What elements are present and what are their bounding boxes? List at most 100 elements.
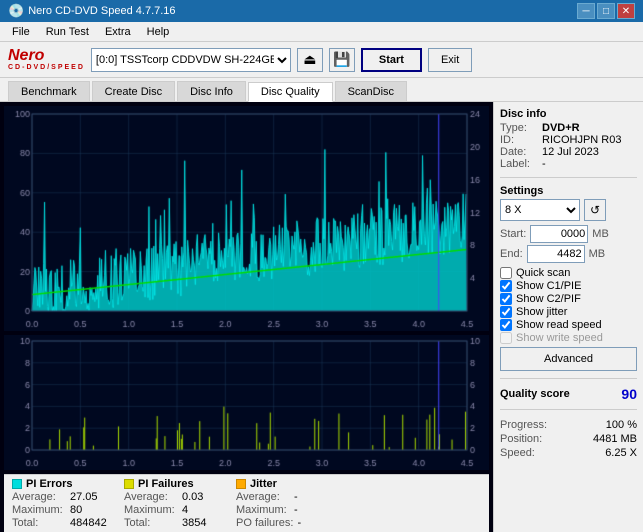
speed-value: 6.25 X — [605, 447, 637, 459]
progress-value: 100 % — [606, 419, 637, 431]
quick-scan-label: Quick scan — [516, 267, 570, 279]
position-label: Position: — [500, 433, 542, 445]
pi-failures-group: PI Failures Average: 0.03 Maximum: 4 Tot… — [124, 478, 224, 529]
speed-select[interactable]: 8 X Max 4 X 12 X 16 X — [500, 199, 580, 221]
exit-button[interactable]: Exit — [428, 48, 472, 72]
quality-section: Quality score 90 — [500, 386, 637, 402]
disc-label-label: Label: — [500, 158, 538, 170]
divider-2 — [500, 378, 637, 379]
pi-errors-total-val: 484842 — [70, 517, 107, 529]
pi-errors-max-label: Maximum: — [12, 504, 66, 516]
pi-failures-avg-val: 0.03 — [182, 491, 203, 503]
right-panel: Disc info Type: DVD+R ID: RICOHJPN R03 D… — [493, 102, 643, 532]
disc-info-section: Disc info Type: DVD+R ID: RICOHJPN R03 D… — [500, 108, 637, 170]
show-c1pie-label: Show C1/PIE — [516, 280, 581, 292]
stats-bar: PI Errors Average: 27.05 Maximum: 80 Tot… — [4, 474, 489, 532]
main-content: PI Errors Average: 27.05 Maximum: 80 Tot… — [0, 102, 643, 532]
start-unit: MB — [592, 228, 609, 240]
tab-create-disc[interactable]: Create Disc — [92, 81, 175, 101]
quick-scan-checkbox[interactable] — [500, 267, 512, 279]
menu-help[interactable]: Help — [139, 24, 178, 40]
pi-failures-dot — [124, 479, 134, 489]
pi-failures-total-label: Total: — [124, 517, 178, 529]
menu-bar: File Run Test Extra Help — [0, 22, 643, 42]
nero-brand: Nero — [8, 48, 44, 64]
show-write-speed-label: Show write speed — [516, 332, 603, 344]
nero-sub: CD-DVD/SPEED — [8, 64, 85, 71]
pi-failures-label: PI Failures — [138, 478, 194, 490]
pi-failures-max-val: 4 — [182, 504, 188, 516]
minimize-button[interactable]: ─ — [577, 3, 595, 19]
title-bar-buttons: ─ □ ✕ — [577, 3, 635, 19]
menu-run-test[interactable]: Run Test — [38, 24, 97, 40]
jitter-label: Jitter — [250, 478, 277, 490]
tab-benchmark[interactable]: Benchmark — [8, 81, 90, 101]
show-jitter-label: Show jitter — [516, 306, 567, 318]
settings-section: Settings 8 X Max 4 X 12 X 16 X ↺ Start: … — [500, 185, 637, 371]
title-bar-left: 💿 Nero CD-DVD Speed 4.7.7.16 — [8, 3, 176, 19]
end-mb-input[interactable] — [527, 245, 585, 263]
disc-type-label: Type: — [500, 122, 538, 134]
end-mb-label: End: — [500, 248, 523, 260]
show-c2pif-checkbox[interactable] — [500, 293, 512, 305]
refresh-button[interactable]: ↺ — [584, 199, 606, 221]
disc-date-label: Date: — [500, 146, 538, 158]
show-read-speed-label: Show read speed — [516, 319, 602, 331]
drive-select[interactable]: [0:0] TSSTcorp CDDVDW SH-224GB SB00 — [91, 48, 291, 72]
toolbar: Nero CD-DVD/SPEED [0:0] TSSTcorp CDDVDW … — [0, 42, 643, 78]
start-mb-input[interactable] — [530, 225, 588, 243]
pi-errors-total-label: Total: — [12, 517, 66, 529]
pi-errors-avg-label: Average: — [12, 491, 66, 503]
charts-area: PI Errors Average: 27.05 Maximum: 80 Tot… — [0, 102, 493, 532]
pi-errors-group: PI Errors Average: 27.05 Maximum: 80 Tot… — [12, 478, 112, 529]
disc-type-value: DVD+R — [542, 122, 580, 134]
nero-logo: Nero CD-DVD/SPEED — [8, 48, 85, 71]
jitter-po-label: PO failures: — [236, 517, 293, 529]
top-chart — [4, 106, 489, 331]
save-button[interactable]: 💾 — [329, 48, 355, 72]
divider-1 — [500, 177, 637, 178]
divider-3 — [500, 409, 637, 410]
jitter-po-val: - — [297, 517, 301, 529]
settings-title: Settings — [500, 185, 637, 197]
disc-date-value: 12 Jul 2023 — [542, 146, 599, 158]
disc-id-label: ID: — [500, 134, 538, 146]
close-button[interactable]: ✕ — [617, 3, 635, 19]
jitter-avg-val: - — [294, 491, 298, 503]
start-button[interactable]: Start — [361, 48, 422, 72]
show-c2pif-label: Show C2/PIF — [516, 293, 581, 305]
tab-scan-disc[interactable]: ScanDisc — [335, 81, 407, 101]
tab-disc-quality[interactable]: Disc Quality — [248, 82, 333, 102]
app-title: Nero CD-DVD Speed 4.7.7.16 — [28, 5, 175, 17]
quality-value: 90 — [621, 386, 637, 402]
jitter-dot — [236, 479, 246, 489]
jitter-avg-label: Average: — [236, 491, 290, 503]
pi-errors-avg-val: 27.05 — [70, 491, 98, 503]
title-bar: 💿 Nero CD-DVD Speed 4.7.7.16 ─ □ ✕ — [0, 0, 643, 22]
show-c1pie-checkbox[interactable] — [500, 280, 512, 292]
jitter-max-label: Maximum: — [236, 504, 290, 516]
pi-failures-avg-label: Average: — [124, 491, 178, 503]
speed-label: Speed: — [500, 447, 535, 459]
quality-label: Quality score — [500, 388, 570, 400]
bottom-chart — [4, 335, 489, 470]
pi-errors-max-val: 80 — [70, 504, 82, 516]
eject-button[interactable]: ⏏ — [297, 48, 323, 72]
pi-errors-label: PI Errors — [26, 478, 72, 490]
jitter-max-val: - — [294, 504, 298, 516]
show-read-speed-checkbox[interactable] — [500, 319, 512, 331]
show-write-speed-checkbox — [500, 332, 512, 344]
app-icon: 💿 — [8, 3, 24, 19]
tab-disc-info[interactable]: Disc Info — [177, 81, 246, 101]
maximize-button[interactable]: □ — [597, 3, 615, 19]
advanced-button[interactable]: Advanced — [500, 347, 637, 371]
disc-label-value: - — [542, 158, 546, 170]
menu-extra[interactable]: Extra — [97, 24, 139, 40]
progress-label: Progress: — [500, 419, 547, 431]
tab-bar: Benchmark Create Disc Disc Info Disc Qua… — [0, 78, 643, 102]
pi-errors-dot — [12, 479, 22, 489]
pi-failures-total-val: 3854 — [182, 517, 206, 529]
progress-section: Progress: 100 % Position: 4481 MB Speed:… — [500, 419, 637, 459]
menu-file[interactable]: File — [4, 24, 38, 40]
show-jitter-checkbox[interactable] — [500, 306, 512, 318]
